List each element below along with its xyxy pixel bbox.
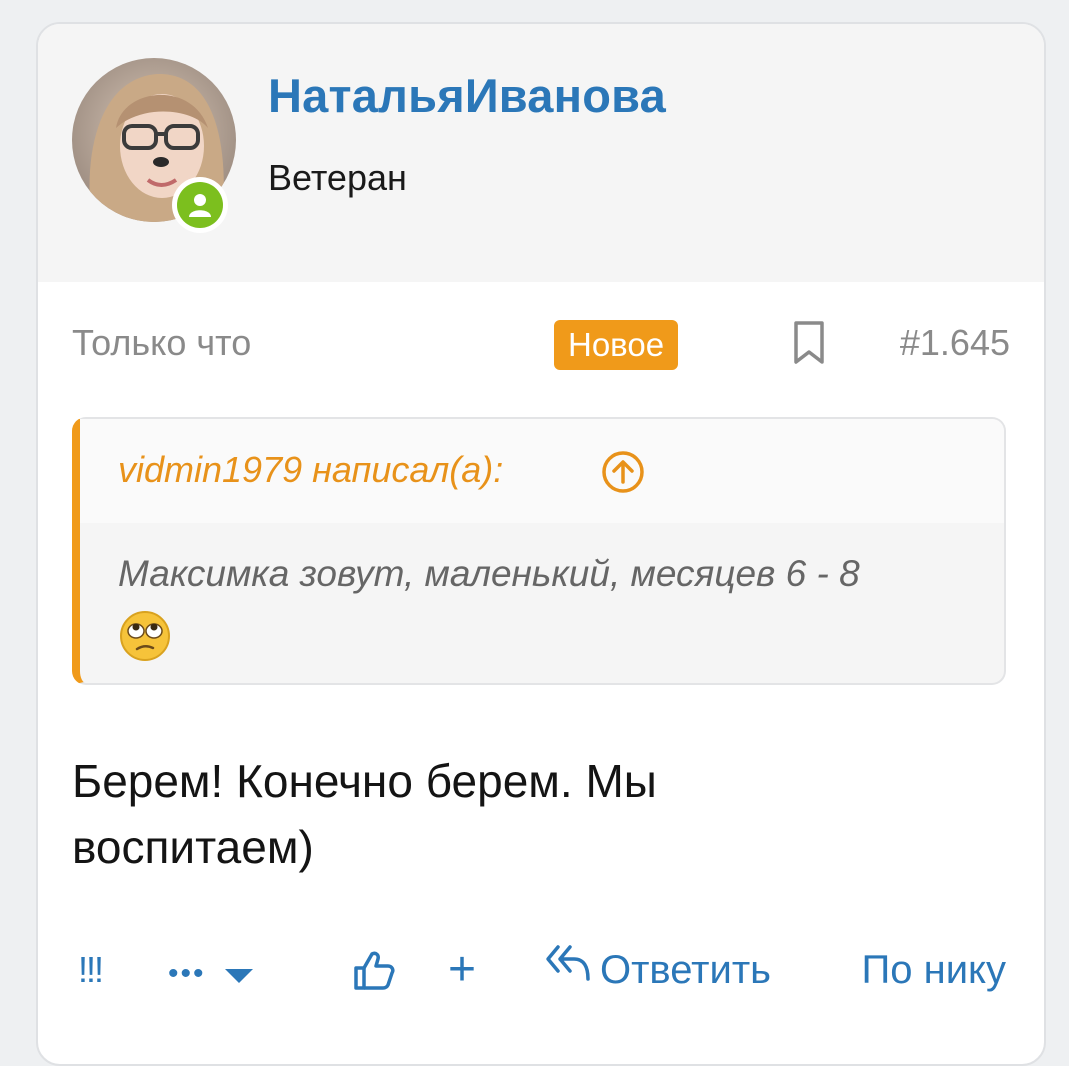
more-label: ••• (168, 957, 206, 990)
more-button[interactable]: ••• (168, 940, 253, 1000)
quote-text: Максимка зовут, маленький, месяцев 6 - 8 (118, 545, 988, 680)
thumbs-up-icon[interactable] (352, 948, 396, 1008)
arrow-up-circle-icon[interactable] (600, 449, 646, 500)
add-button[interactable]: + (448, 940, 476, 1000)
reply-label: Ответить (600, 948, 771, 992)
chevron-down-icon (224, 942, 253, 1002)
bookmark-icon[interactable] (792, 320, 826, 371)
report-button[interactable]: !!! (78, 940, 104, 1000)
post-time[interactable]: Только что (72, 322, 251, 364)
quote-content: Максимка зовут, маленький, месяцев 6 - 8 (118, 553, 860, 594)
quote-author[interactable]: vidmin1979 написал(а): (118, 449, 503, 491)
post-body: Берем! Конечно берем. Мы воспитаем) (72, 748, 972, 880)
quote-block: vidmin1979 написал(а): Максимка зовут, м… (72, 417, 1006, 685)
author-title: Ветеран (268, 157, 407, 198)
quote-header: vidmin1979 написал(а): (80, 419, 1004, 523)
reply-button[interactable]: Ответить (544, 940, 771, 1000)
post-meta: Только что Новое #1.645 (38, 314, 1044, 374)
post-actions: !!! ••• + Ответить По нику (38, 940, 1044, 1000)
by-nick-button[interactable]: По нику (862, 940, 1007, 1000)
author-name[interactable]: НатальяИванова (268, 68, 666, 123)
post-number[interactable]: #1.645 (900, 322, 1010, 364)
post-card: НатальяИванова Ветеран Только что Новое … (36, 22, 1046, 1066)
user-online-icon (177, 182, 223, 228)
online-status-badge (172, 177, 228, 233)
eye-roll-emoji (118, 609, 988, 680)
post-text-line: воспитаем) (72, 821, 314, 873)
reply-icon (544, 940, 592, 1000)
new-badge: Новое (554, 320, 679, 370)
post-text-line: Берем! Конечно берем. Мы (72, 755, 657, 807)
user-header: НатальяИванова Ветеран (38, 24, 1044, 282)
